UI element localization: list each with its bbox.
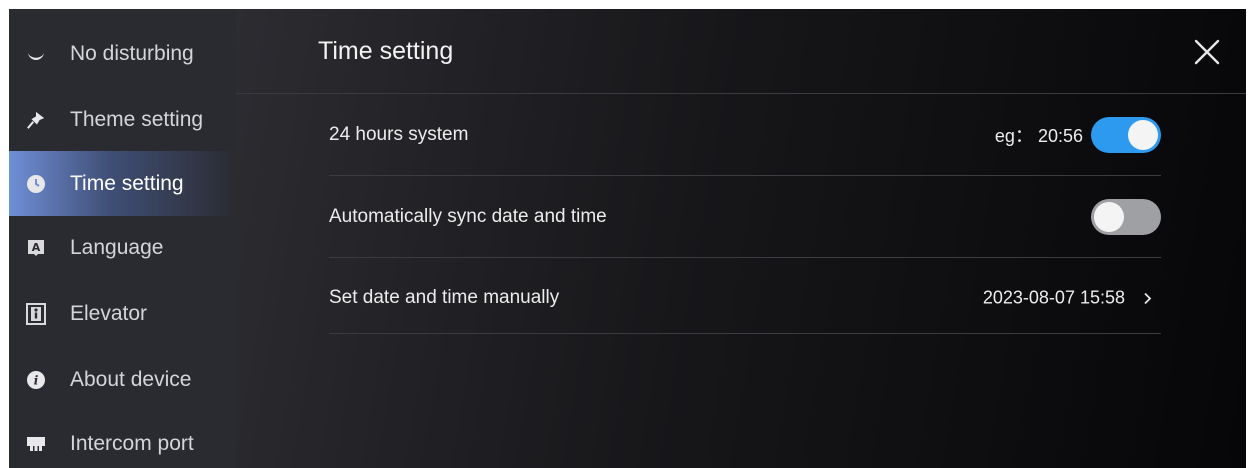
moon-icon bbox=[26, 44, 46, 64]
close-icon bbox=[1194, 39, 1220, 65]
toggle-knob bbox=[1128, 119, 1158, 150]
sidebar-item-label: No disturbing bbox=[70, 41, 194, 65]
sidebar-item-theme-setting[interactable]: Theme setting bbox=[9, 87, 236, 152]
sidebar-item-language[interactable]: A Language bbox=[9, 215, 236, 280]
setting-label: 24 hours system bbox=[329, 123, 469, 145]
port-icon bbox=[26, 434, 46, 454]
sidebar-item-label: About device bbox=[70, 367, 192, 391]
setting-value: eg： 20:56 bbox=[994, 116, 1161, 153]
sidebar-item-label: Theme setting bbox=[70, 107, 204, 131]
svg-text:i: i bbox=[34, 373, 39, 387]
elevator-icon bbox=[26, 302, 46, 325]
sidebar-item-about-device[interactable]: i About device bbox=[9, 347, 236, 412]
clock-icon bbox=[26, 174, 46, 194]
toggle-knob bbox=[1094, 201, 1124, 232]
page-title: Time setting bbox=[318, 37, 454, 65]
close-button[interactable] bbox=[1192, 37, 1222, 67]
sidebar-item-elevator[interactable]: Elevator bbox=[9, 281, 236, 346]
time-format-example: eg： 20:56 bbox=[994, 125, 1083, 146]
sidebar-item-label: Intercom port bbox=[70, 431, 194, 455]
main-panel: Time setting 24 hours system eg： 20:56 A… bbox=[236, 9, 1246, 468]
setting-row-manual-datetime[interactable]: Set date and time manually 2023-08-07 15… bbox=[329, 258, 1161, 334]
auto-sync-toggle[interactable] bbox=[1091, 198, 1161, 235]
sidebar-item-label: Time setting bbox=[70, 171, 184, 195]
setting-label: Set date and time manually bbox=[329, 287, 560, 308]
language-icon: A bbox=[26, 238, 46, 258]
chevron-right-icon bbox=[1144, 292, 1152, 304]
sidebar-item-label: Language bbox=[70, 235, 164, 259]
setting-value: 2023-08-07 15:58 bbox=[983, 288, 1161, 309]
current-datetime: 2023-08-07 15:58 bbox=[982, 287, 1125, 308]
sidebar-item-no-disturbing[interactable]: No disturbing bbox=[9, 21, 236, 86]
sidebar-item-time-setting[interactable]: Time setting bbox=[9, 151, 236, 216]
setting-row-auto-sync: Automatically sync date and time bbox=[329, 176, 1161, 258]
setting-row-24-hours: 24 hours system eg： 20:56 bbox=[329, 94, 1161, 176]
setting-label: Automatically sync date and time bbox=[329, 205, 607, 227]
svg-text:A: A bbox=[32, 241, 41, 254]
settings-screen: No disturbing Theme setting Time setting… bbox=[9, 9, 1246, 468]
24-hours-toggle[interactable] bbox=[1091, 116, 1161, 153]
sidebar-item-intercom-port[interactable]: Intercom port bbox=[9, 411, 236, 468]
sidebar-item-label: Elevator bbox=[70, 301, 148, 325]
sidebar: No disturbing Theme setting Time setting… bbox=[9, 9, 236, 468]
info-icon: i bbox=[26, 370, 46, 390]
pin-icon bbox=[26, 110, 46, 130]
setting-value bbox=[1091, 198, 1161, 235]
